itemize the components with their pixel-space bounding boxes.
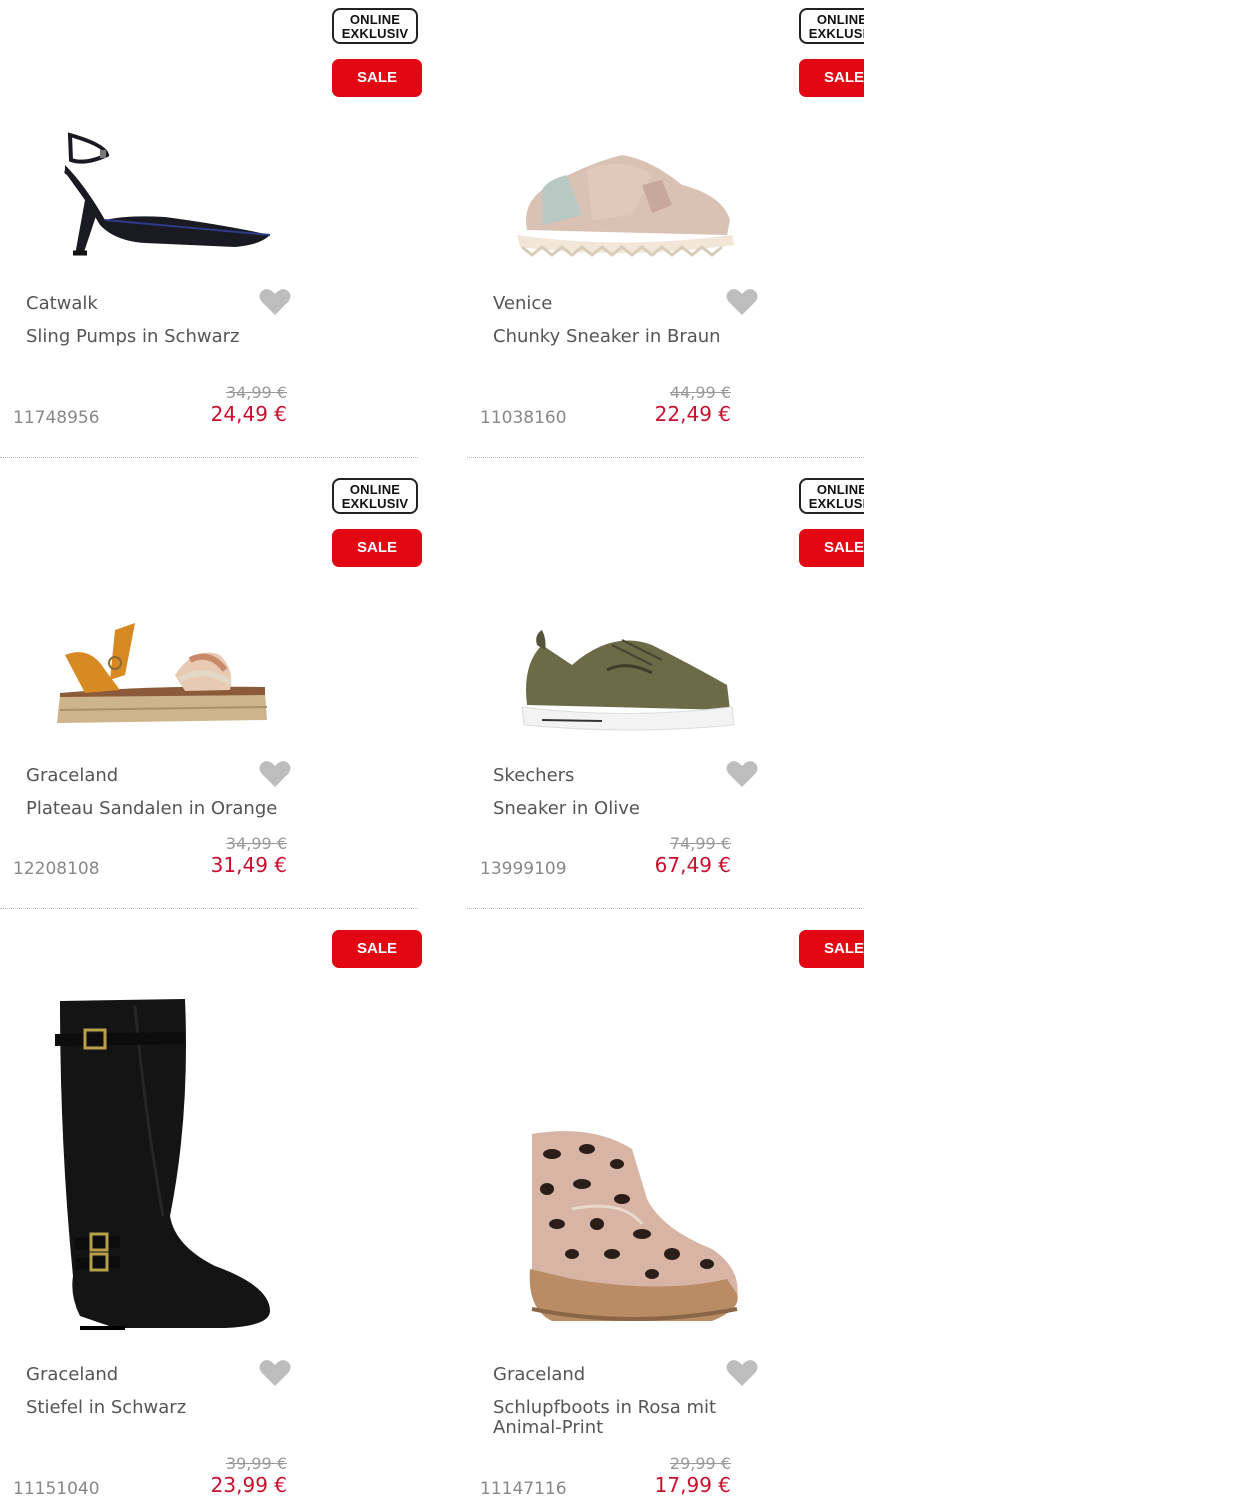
product-image[interactable] [507,620,747,740]
product-title[interactable]: Plateau Sandalen in Orange [26,799,291,819]
badge-line: ONLINE [349,482,401,497]
sale-badge: SALE [332,59,422,97]
product-sku: 13999109 [480,859,567,879]
sale-badge: SALE [799,59,864,97]
wishlist-heart-icon[interactable] [259,288,291,316]
product-card[interactable]: SALE Graceland Stiefel in Schwarz 39,99 … [0,921,422,1503]
product-brand[interactable]: Graceland [493,1364,585,1385]
wishlist-heart-icon[interactable] [259,1359,291,1387]
old-price: 44,99 € [669,383,731,402]
product-sku: 11748956 [13,408,100,428]
leopard-snow-boot-image [529,1130,738,1321]
sale-price: 67,49 € [654,853,731,877]
wishlist-heart-icon[interactable] [726,288,758,316]
old-price: 29,99 € [669,1454,731,1473]
product-title[interactable]: Chunky Sneaker in Braun [493,327,758,347]
badge-line: EXKLUSIV [341,26,409,41]
product-brand[interactable]: Catwalk [26,293,98,314]
product-image[interactable] [40,120,280,270]
badge-line: EXKLUSIV [808,26,864,41]
online-exclusive-badge: ONLINE EXKLUSIV [799,478,864,514]
online-exclusive-badge: ONLINE EXKLUSIV [332,8,418,44]
platform-sandal-image [57,623,268,723]
badge-line: ONLINE [816,12,864,27]
product-sku: 11038160 [480,408,567,428]
online-exclusive-badge: ONLINE EXKLUSIV [799,8,864,44]
wishlist-heart-icon[interactable] [259,760,291,788]
product-title[interactable]: Sling Pumps in Schwarz [26,327,291,347]
sale-price: 23,99 € [210,1473,287,1497]
metallic-chunky-sneaker-image [517,155,734,257]
product-title[interactable]: Stiefel in Schwarz [26,1398,291,1418]
sale-price: 17,99 € [654,1473,731,1497]
sale-price: 22,49 € [654,402,731,426]
old-price: 74,99 € [669,834,731,853]
badge-line: EXKLUSIV [341,496,409,511]
sale-badge: SALE [799,930,864,968]
sale-badge: SALE [332,930,422,968]
product-brand[interactable]: Skechers [493,765,574,786]
product-card[interactable]: ONLINE EXKLUSIV SALE Graceland Plateau S… [0,470,422,910]
product-sku: 11151040 [13,1479,100,1499]
online-exclusive-badge: ONLINE EXKLUSIV [332,478,418,514]
wishlist-heart-icon[interactable] [726,1359,758,1387]
product-brand[interactable]: Venice [493,293,552,314]
product-image[interactable] [40,996,280,1336]
product-brand[interactable]: Graceland [26,1364,118,1385]
product-card[interactable]: ONLINE EXKLUSIV SALE Catwalk Sling Pumps… [0,0,422,458]
divider [0,908,418,909]
old-price: 34,99 € [225,834,287,853]
sale-badge: SALE [799,529,864,567]
product-card[interactable]: ONLINE EXKLUSIV SALE Skechers Sneaker in… [467,470,864,910]
badge-line: ONLINE [816,482,864,497]
sale-price: 24,49 € [210,402,287,426]
divider [467,457,864,458]
product-image[interactable] [507,1126,747,1331]
sale-price: 31,49 € [210,853,287,877]
black-tall-boot-image [55,999,270,1330]
product-title[interactable]: Sneaker in Olive [493,799,758,819]
product-sku: 12208108 [13,859,100,879]
old-price: 34,99 € [225,383,287,402]
divider [0,457,418,458]
product-sku: 11147116 [480,1479,567,1499]
old-price: 39,99 € [225,1454,287,1473]
product-image[interactable] [507,130,747,270]
badge-line: EXKLUSIV [808,496,864,511]
wishlist-heart-icon[interactable] [726,760,758,788]
product-card[interactable]: SALE Graceland Schlupfboots in Rosa mit … [467,921,864,1503]
divider [467,908,864,909]
olive-sneaker-image [521,630,735,731]
sale-badge: SALE [332,529,422,567]
black-slingback-pump-image [64,132,271,256]
product-brand[interactable]: Graceland [26,765,118,786]
product-title[interactable]: Schlupfboots in Rosa mit Animal-Print [493,1398,758,1438]
product-image[interactable] [40,610,280,740]
product-card[interactable]: ONLINE EXKLUSIV SALE Venice Chunky Sneak… [467,0,864,458]
badge-line: ONLINE [349,12,401,27]
